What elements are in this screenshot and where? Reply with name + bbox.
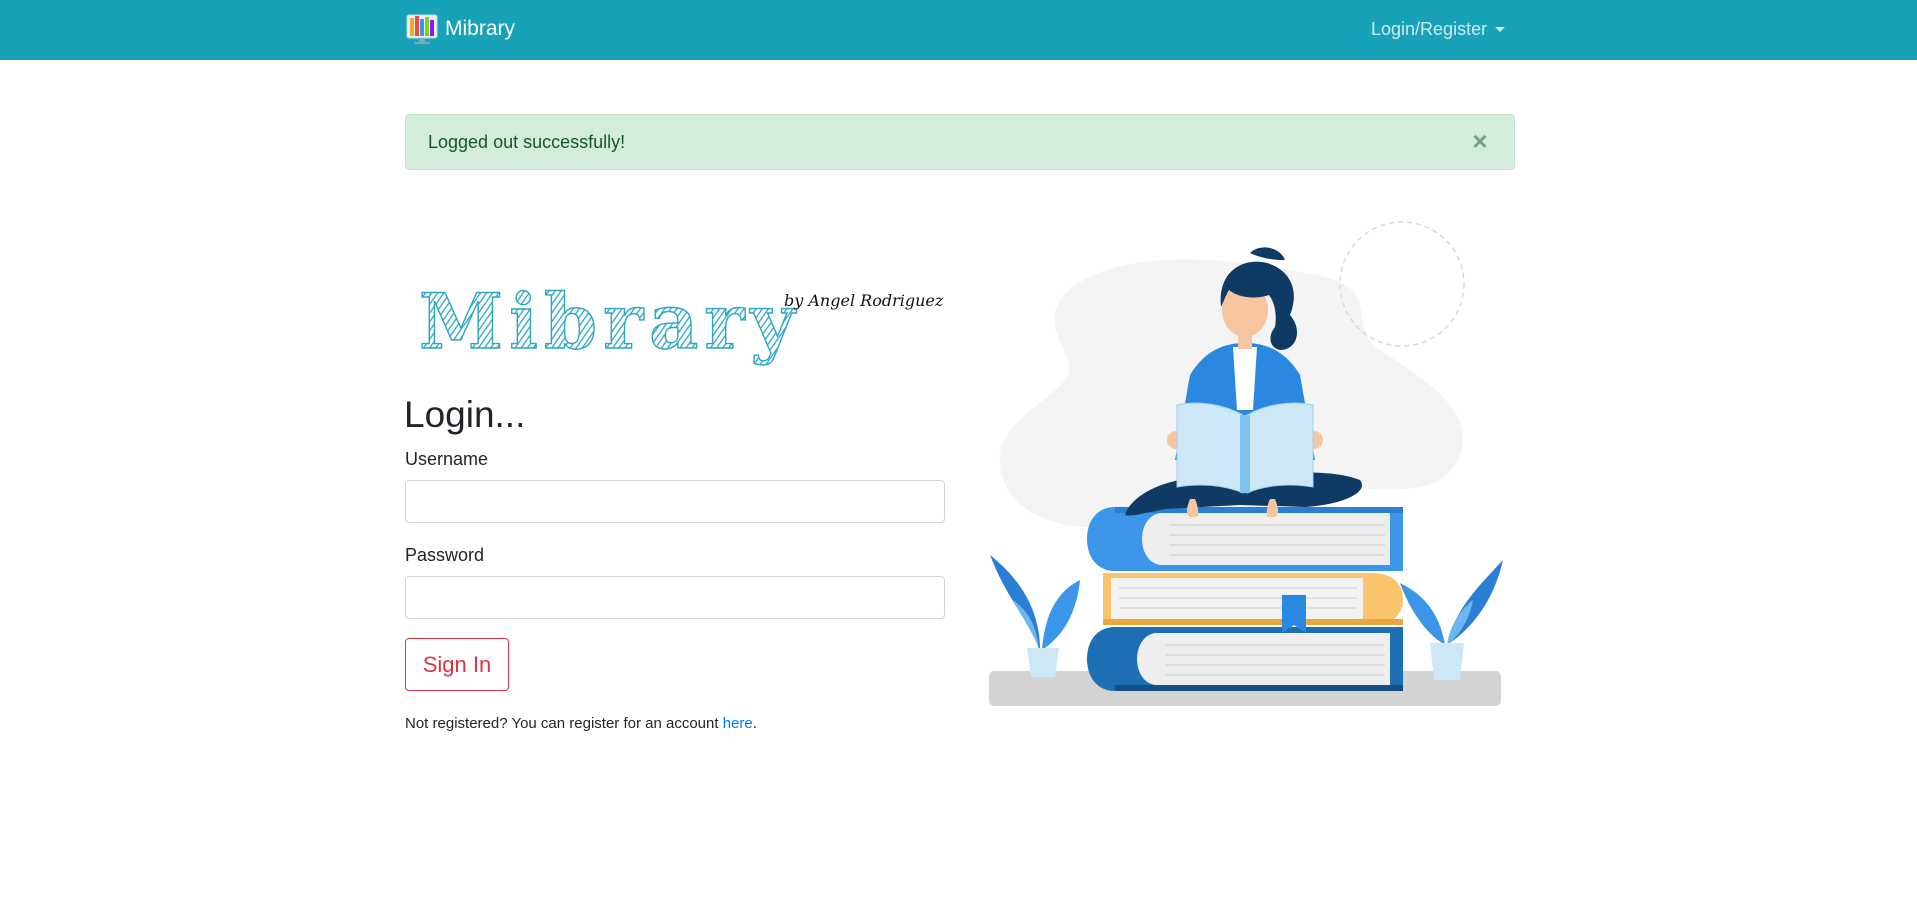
register-prompt-suffix: . [752, 715, 757, 732]
register-prompt: Not registered? You can register for an … [405, 714, 757, 734]
books-monitor-icon [406, 14, 438, 44]
login-heading: Login... [404, 394, 526, 435]
top-navbar: Mibrary Login/Register [0, 0, 1917, 60]
password-label: Password [405, 545, 485, 565]
password-input[interactable] [405, 576, 945, 619]
book-stack-icon [1087, 507, 1403, 691]
sign-in-button[interactable]: Sign In [405, 638, 509, 691]
mibrary-logo-graphic: Mibrary by Angel Rodriguez [418, 276, 944, 366]
close-icon[interactable]: × [1466, 127, 1494, 155]
caret-down-icon [1495, 26, 1506, 32]
username-input[interactable] [405, 480, 945, 523]
login-register-dropdown[interactable]: Login/Register [1371, 16, 1506, 42]
brand-name: Mibrary [445, 17, 516, 40]
logout-success-alert: Logged out successfully! × [405, 114, 1515, 170]
register-prompt-text: Not registered? You can register for an … [405, 715, 723, 732]
reading-woman-illustration [989, 221, 1503, 706]
alert-message: Logged out successfully! [428, 132, 626, 152]
dashed-circle [1339, 221, 1465, 347]
brand-link[interactable]: Mibrary [405, 11, 515, 47]
left-plant-icon [990, 555, 1080, 677]
dropdown-label: Login/Register [1371, 18, 1488, 39]
logo-byline-text: by Angel Rodriguez [784, 291, 944, 310]
register-here-link[interactable]: here [723, 715, 753, 732]
right-plant-icon [1400, 560, 1503, 680]
logo-title-text: Mibrary [419, 277, 801, 366]
username-label: Username [405, 449, 489, 469]
mibrary-logo: Mibrary by Angel Rodriguez [405, 260, 945, 370]
